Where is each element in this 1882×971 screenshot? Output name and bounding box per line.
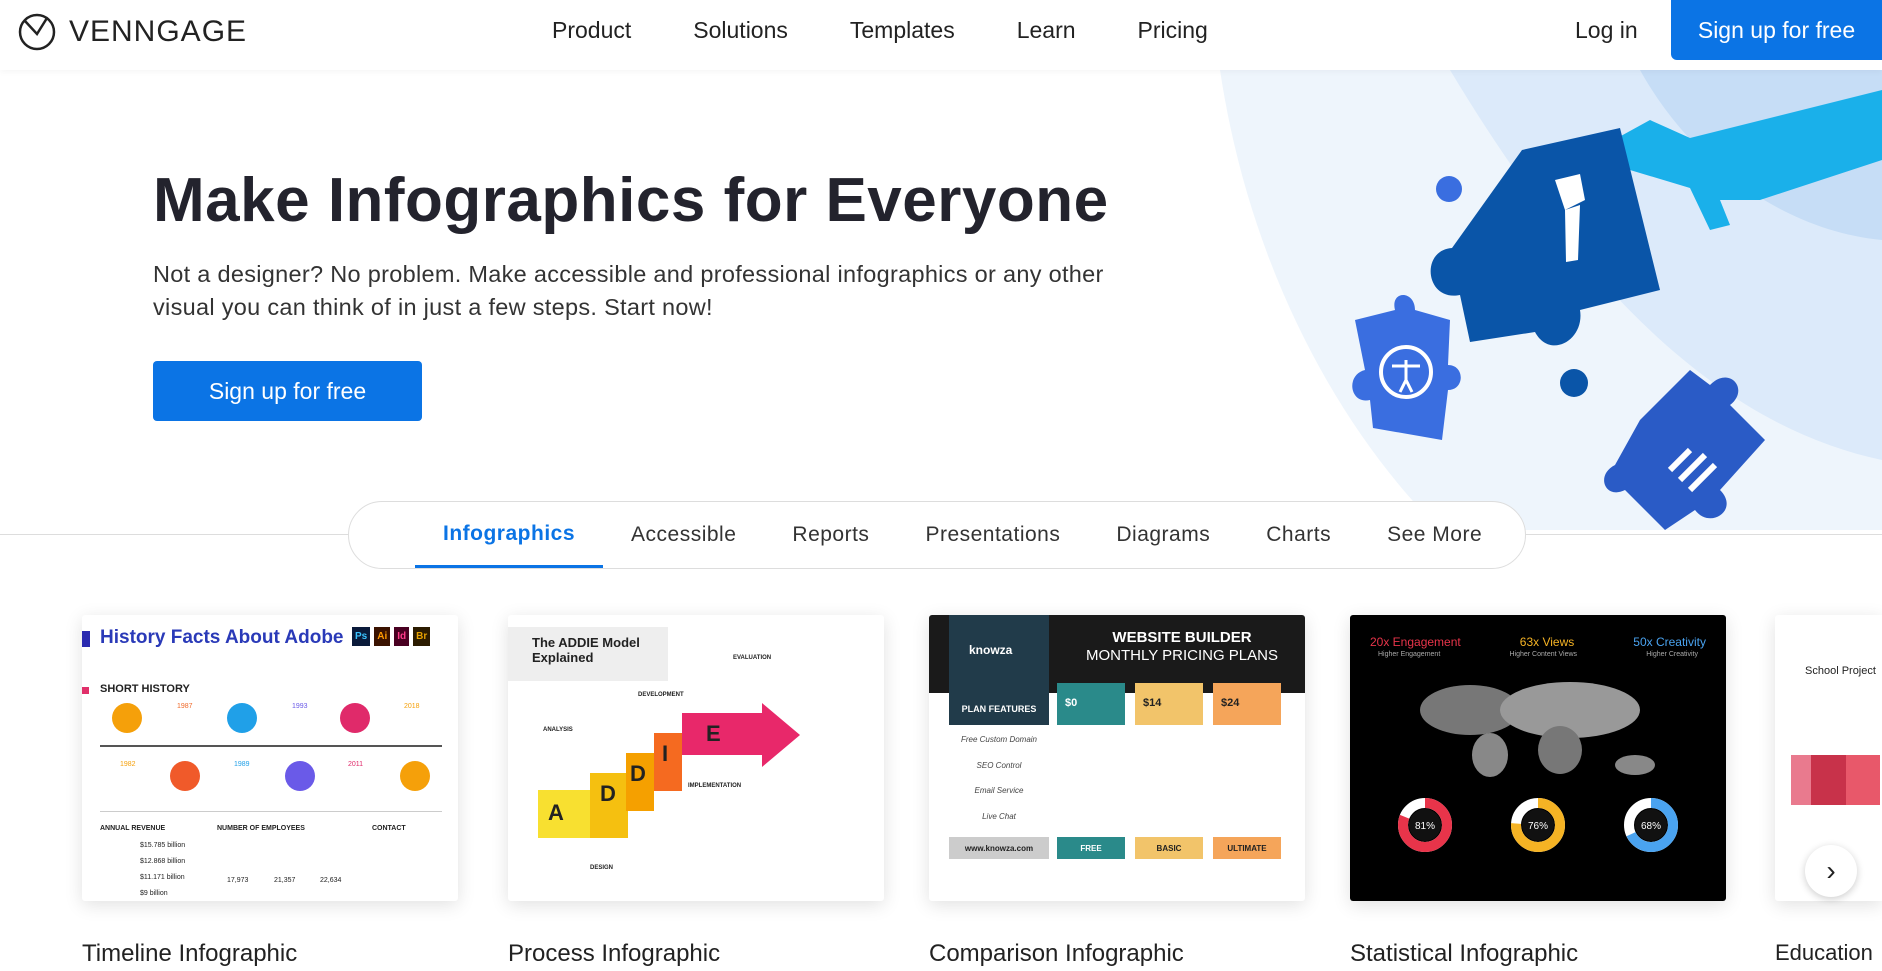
card-caption[interactable]: Comparison Infographic [929, 940, 1184, 968]
thumb-section: ANNUAL REVENUE [100, 825, 166, 832]
letter: E [706, 721, 721, 746]
nav-pricing[interactable]: Pricing [1138, 17, 1208, 44]
app-badge: Ps [352, 627, 371, 646]
url: www.knowza.com [949, 837, 1049, 859]
features-label: PLAN FEATURES [949, 693, 1049, 725]
year: 1989 [234, 761, 250, 768]
stat: 50x Creativity [1633, 635, 1706, 649]
year: 1993 [292, 703, 308, 710]
login-link[interactable]: Log in [1575, 17, 1638, 44]
donut-label: 76% [1528, 821, 1548, 832]
letter: D [630, 761, 646, 786]
brand: knowza [969, 643, 1013, 657]
feature: Live Chat [982, 811, 1016, 821]
stat: 20x Engagement [1370, 635, 1461, 649]
venngage-logo[interactable]: VENNGAGE [17, 12, 247, 52]
template-card-comparison[interactable]: knowza WEBSITE BUILDER MONTHLY PRICING P… [929, 615, 1305, 901]
tab-accessible[interactable]: Accessible [603, 502, 764, 568]
category-tabs: Infographics Accessible Reports Presenta… [348, 501, 1526, 569]
thumb-title: School Project [1805, 665, 1876, 677]
donut-chart: 68% [1624, 798, 1678, 852]
thumb-section: NUMBER OF EMPLOYEES [217, 825, 305, 832]
stat-sub: Higher Content Views [1509, 651, 1578, 658]
tab-presentations[interactable]: Presentations [897, 502, 1088, 568]
chevron-right-icon: › [1826, 855, 1836, 886]
tab-see-more[interactable]: See More [1359, 502, 1510, 568]
stat-sub: Higher Creativity [1646, 651, 1698, 658]
thumb-section: SHORT HISTORY [100, 683, 190, 695]
card-caption[interactable]: Education [1775, 940, 1873, 966]
employees: 21,357 [274, 877, 296, 884]
revenue: $15.785 billion [140, 842, 186, 849]
letter: I [662, 741, 669, 766]
plan: ULTIMATE [1213, 837, 1281, 859]
revenue: $11.171 billion [140, 874, 185, 881]
template-card-statistical[interactable]: 20x Engagement 63x Views 50x Creativity … [1350, 615, 1726, 901]
card-caption[interactable]: Statistical Infographic [1350, 940, 1578, 968]
letter: D [600, 781, 616, 806]
tab-diagrams[interactable]: Diagrams [1088, 502, 1238, 568]
hero-signup-button[interactable]: Sign up for free [153, 361, 422, 421]
app-badge: Br [413, 627, 431, 646]
tab-reports[interactable]: Reports [764, 502, 897, 568]
price: $0 [1057, 683, 1125, 725]
hero-subtitle: Not a designer? No problem. Make accessi… [153, 261, 1104, 320]
revenue: $12.868 billion [140, 858, 186, 865]
step: DESIGN [590, 865, 614, 871]
thumb-subtitle: MONTHLY PRICING PLANS [1086, 647, 1278, 664]
thumb-title: The ADDIE Model Explained [532, 635, 640, 665]
step: IMPLEMENTATION [688, 783, 742, 789]
top-nav: VENNGAGE Product Solutions Templates Lea… [0, 0, 1882, 70]
thumb-title: WEBSITE BUILDER [1112, 629, 1252, 646]
donut-chart: 81% [1398, 798, 1452, 852]
year: 1982 [120, 761, 136, 768]
stat-sub: Higher Engagement [1378, 651, 1441, 658]
donut-label: 68% [1641, 821, 1661, 832]
step: DEVELOPMENT [638, 692, 684, 698]
letter: A [548, 800, 564, 825]
app-badge: Ai [374, 627, 391, 646]
feature: Email Service [974, 786, 1024, 795]
tab-charts[interactable]: Charts [1238, 502, 1359, 568]
template-card-timeline[interactable]: History Facts About Adobe Ps Ai Id Br SH… [82, 615, 458, 901]
world-map [1420, 682, 1655, 777]
step: ANALYSIS [543, 727, 573, 733]
price: $24 [1213, 683, 1281, 725]
app-badge: Id [394, 627, 410, 646]
price: $14 [1135, 683, 1203, 725]
donut-chart: 76% [1511, 798, 1565, 852]
template-card-process[interactable]: The ADDIE Model Explained A D D I E ANAL… [508, 615, 884, 901]
year: 2011 [348, 761, 364, 768]
card-caption[interactable]: Timeline Infographic [82, 940, 297, 968]
hero-illustration [1220, 70, 1882, 530]
hero-title: Make Infographics for Everyone [153, 166, 1109, 235]
signup-button[interactable]: Sign up for free [1671, 0, 1882, 60]
thumb-section: CONTACT [372, 825, 406, 832]
carousel-next-button[interactable]: › [1805, 845, 1857, 897]
feature: SEO Control [976, 760, 1022, 770]
logo-text: VENNGAGE [69, 15, 248, 48]
donut-label: 81% [1415, 821, 1435, 832]
plan: BASIC [1135, 837, 1203, 859]
nav-learn[interactable]: Learn [1017, 17, 1076, 44]
year: 2018 [404, 703, 420, 710]
employees: 22,634 [320, 877, 342, 884]
thumb-title: History Facts About Adobe [100, 627, 344, 648]
card-caption[interactable]: Process Infographic [508, 940, 720, 968]
feature: Free Custom Domain [960, 735, 1038, 744]
nav-product[interactable]: Product [552, 17, 631, 44]
tab-infographics[interactable]: Infographics [415, 502, 604, 568]
year: 1987 [177, 703, 193, 710]
nav-solutions[interactable]: Solutions [693, 17, 788, 44]
logo-icon [18, 13, 56, 51]
nav-templates[interactable]: Templates [850, 17, 955, 44]
stat: 63x Views [1519, 635, 1575, 649]
plan: FREE [1057, 837, 1125, 859]
employees: 17,973 [227, 877, 249, 884]
step: EVALUATION [733, 655, 772, 661]
revenue: $9 billion [140, 890, 168, 897]
